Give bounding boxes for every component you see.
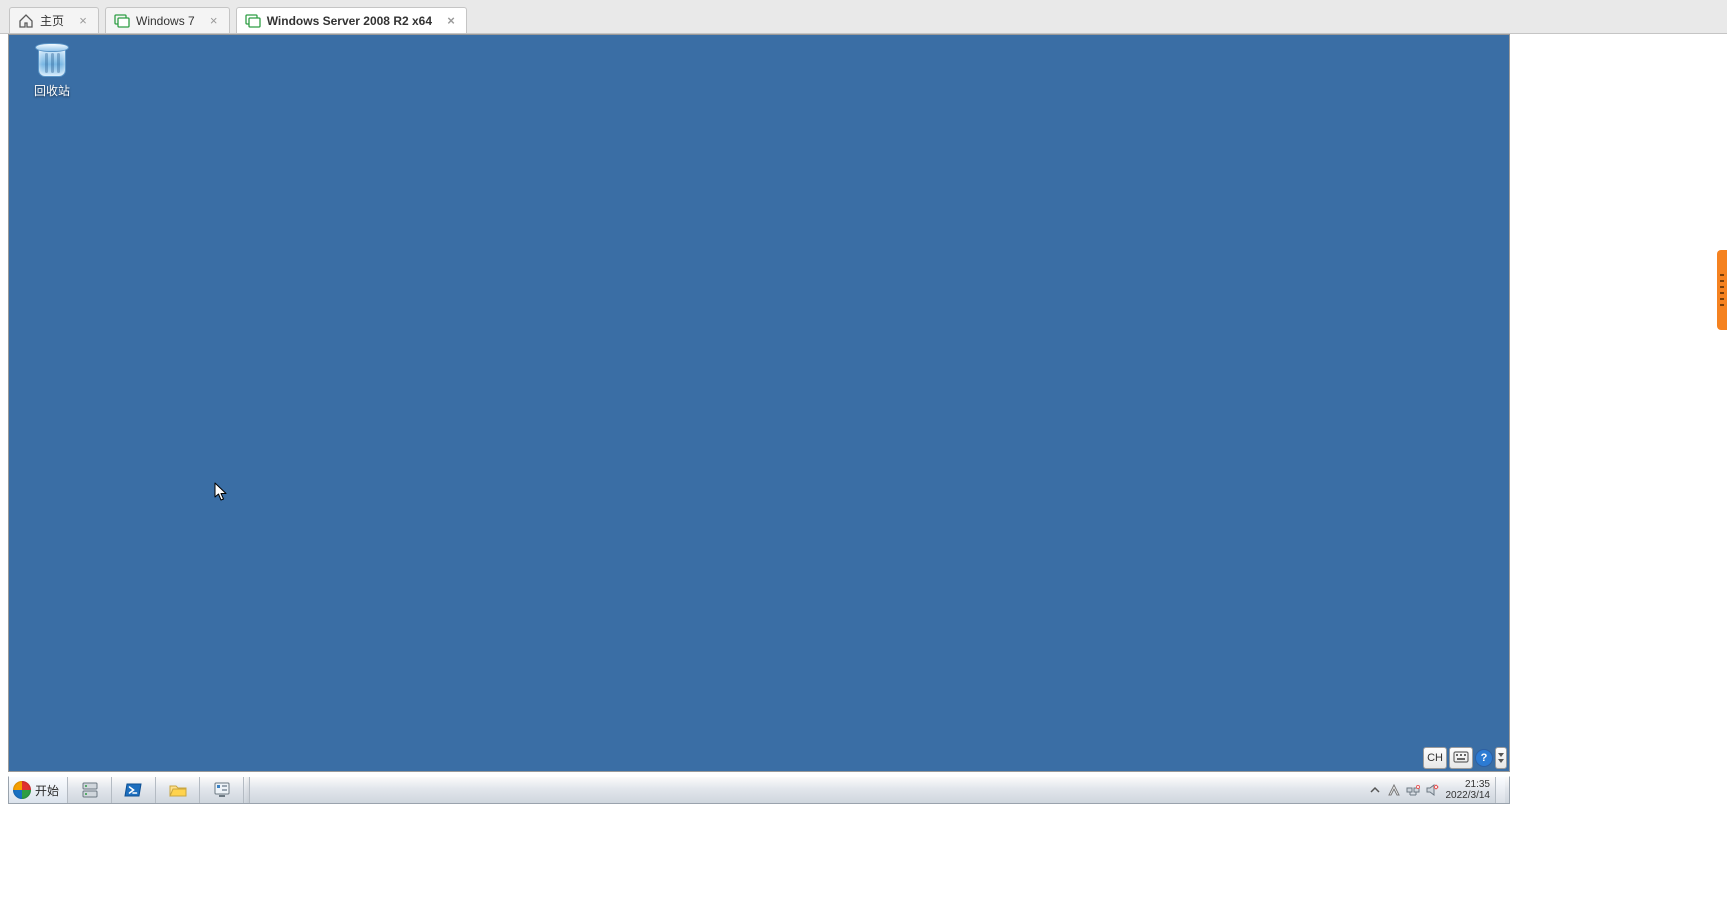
quick-launch-system-config[interactable]: [200, 777, 244, 803]
keyboard-icon: [1453, 751, 1469, 766]
vm-sidepanel-handle[interactable]: [1717, 250, 1727, 330]
tray-date: 2022/3/14: [1446, 790, 1491, 801]
close-icon[interactable]: ×: [207, 14, 221, 28]
desktop-icon-label: 回收站: [34, 82, 70, 99]
ime-label: CH: [1427, 752, 1443, 764]
network-icon[interactable]: [1404, 781, 1422, 799]
vm-tab-winserver2008[interactable]: Windows Server 2008 R2 x64 ×: [236, 7, 467, 33]
ime-pad-button[interactable]: [1449, 747, 1473, 769]
tray-customize-icon[interactable]: [1366, 781, 1384, 799]
vm-icon: [114, 13, 130, 29]
windows-logo-icon: [13, 781, 31, 799]
volume-icon[interactable]: [1423, 781, 1441, 799]
ime-options-button[interactable]: [1495, 747, 1507, 769]
vm-tab-label: 主页: [40, 12, 64, 29]
close-icon[interactable]: ×: [444, 14, 458, 28]
folder-icon: [168, 780, 188, 800]
desktop-icon-recycle-bin[interactable]: 回收站: [17, 41, 87, 99]
tray-time: 21:35: [1465, 779, 1490, 790]
server-manager-icon: [80, 780, 100, 800]
drag-grip-icon: [1720, 274, 1724, 306]
guest-desktop[interactable]: 回收站 CH ?: [8, 34, 1510, 772]
vm-tab-label: Windows Server 2008 R2 x64: [267, 14, 432, 28]
vm-icon: [245, 13, 261, 29]
vm-tab-home[interactable]: 主页 ×: [9, 7, 99, 33]
vm-host-tabstrip: 主页 × Windows 7 × Windows Server 2008 R2 …: [0, 0, 1727, 34]
chevron-down-icon: [1498, 753, 1504, 757]
home-icon: [18, 13, 34, 29]
vm-tab-label: Windows 7: [136, 14, 195, 28]
guest-cursor-icon: [214, 482, 228, 502]
quick-launch-powershell[interactable]: [112, 777, 156, 803]
language-bar: CH ?: [1423, 747, 1507, 769]
quick-launch-explorer[interactable]: [156, 777, 200, 803]
start-label: 开始: [35, 782, 59, 799]
ime-indicator-button[interactable]: CH: [1423, 747, 1447, 769]
recycle-bin-icon: [35, 41, 69, 79]
vm-tab-win7[interactable]: Windows 7 ×: [105, 7, 230, 33]
start-button[interactable]: 开始: [9, 777, 68, 803]
ime-help-button[interactable]: ?: [1475, 749, 1493, 767]
close-icon[interactable]: ×: [76, 14, 90, 28]
tray-clock[interactable]: 21:35 2022/3/14: [1442, 779, 1495, 801]
system-config-icon: [212, 780, 232, 800]
guest-taskbar: 开始: [8, 776, 1510, 804]
quick-launch-server-manager[interactable]: [68, 777, 112, 803]
powershell-icon: [124, 780, 144, 800]
help-icon: ?: [1481, 752, 1488, 764]
quick-launch: [68, 777, 250, 803]
action-center-icon[interactable]: [1385, 781, 1403, 799]
system-tray: 21:35 2022/3/14: [1366, 777, 1510, 803]
show-desktop-button[interactable]: [1495, 777, 1505, 803]
quick-launch-separator: [244, 777, 250, 803]
chevron-down-icon: [1498, 759, 1504, 763]
